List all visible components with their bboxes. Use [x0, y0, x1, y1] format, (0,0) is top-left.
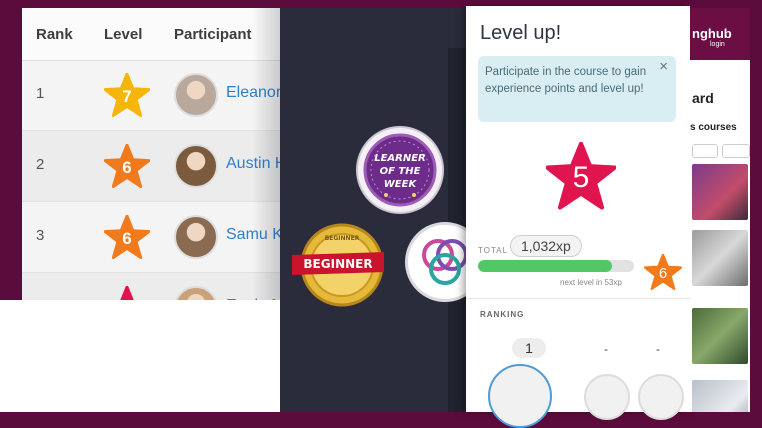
course-thumbnail-3[interactable] [692, 308, 748, 364]
site-background: nghub login ard s courses [690, 8, 750, 412]
rank-cell: 3 [36, 227, 45, 244]
rank-header: Rank [36, 26, 73, 43]
lotw-line-2: OF THE [380, 166, 421, 177]
avatar[interactable] [174, 144, 218, 188]
ranking-label: RANKING [480, 310, 525, 319]
panel-title: Level up! [480, 22, 562, 44]
alert-message: Participate in the course to gain experi… [485, 66, 647, 95]
ranking-avatar-me [488, 364, 552, 428]
filter-chip-2[interactable] [722, 144, 750, 158]
ranking-avatar-2 [584, 374, 630, 420]
ranking-other-1: - [604, 342, 608, 356]
level-number: 6 [122, 158, 132, 177]
lotw-line-3: WEEK [384, 179, 418, 190]
site-brand[interactable]: nghub login [690, 8, 750, 60]
next-level-text: next level in 53xp [560, 278, 622, 287]
brand-login[interactable]: login [710, 41, 725, 48]
next-level-number: 6 [658, 265, 668, 282]
xp-progress-bar [478, 260, 634, 272]
level-header: Level [104, 26, 143, 43]
close-icon[interactable]: × [659, 58, 668, 75]
beginner-ring-text: BEGINNER [325, 235, 360, 242]
total-label: TOTAL [478, 246, 509, 255]
avatar[interactable] [174, 73, 218, 117]
learner-of-the-week-badge: LEARNER OF THE WEEK [355, 125, 445, 215]
level-number: 7 [122, 87, 132, 106]
info-alert: Participate in the course to gain experi… [478, 56, 676, 122]
filter-chip-1[interactable] [692, 144, 718, 158]
current-level-star-icon: 5 [545, 141, 617, 210]
ranking-avatar-3 [638, 374, 684, 420]
course-thumbnail-1[interactable] [692, 164, 748, 220]
site-heading: ard [692, 90, 714, 106]
rank-cell: 2 [36, 156, 45, 173]
next-level-star-icon: 6 [643, 253, 683, 290]
beginner-badge: BEGINNER BEGINNER [290, 222, 386, 308]
beginner-label: BEGINNER [303, 257, 372, 271]
lotw-line-1: LEARNER [374, 153, 426, 164]
course-thumbnail-4[interactable] [692, 380, 748, 412]
level-number: 6 [122, 229, 132, 248]
ranking-position: 1 [512, 338, 546, 358]
brand-name: nghub [692, 26, 732, 41]
ranking-other-2: - [656, 342, 660, 356]
panel-divider [466, 298, 690, 299]
avatar[interactable] [174, 215, 218, 259]
level-star-icon: 7 [104, 73, 150, 117]
current-level-number: 5 [572, 161, 590, 194]
rank-cell: 1 [36, 85, 45, 102]
xp-progress-fill [478, 260, 613, 272]
participant-header: Participant [174, 26, 252, 43]
level-up-panel: Level up! Participate in the course to g… [466, 6, 690, 428]
level-star-icon: 6 [104, 144, 150, 188]
site-subheading: s courses [690, 122, 737, 133]
total-xp: 1,032xp [510, 235, 582, 257]
course-thumbnail-2[interactable] [692, 230, 748, 286]
level-star-icon: 6 [104, 215, 150, 259]
